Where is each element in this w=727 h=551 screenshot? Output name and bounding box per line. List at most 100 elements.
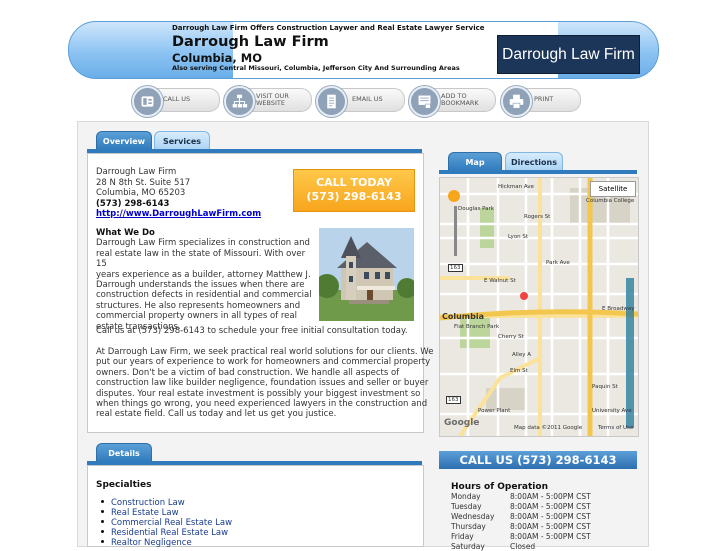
tab-details[interactable]: Details [96,443,152,462]
website-link[interactable]: http://www.DarroughLawFirm.com [96,209,261,219]
map-view[interactable]: Satellite Hickman Ave Douglas Park Roger… [439,177,639,437]
specialty-item: Construction Law [101,498,185,508]
practice-line: At Darrough Law Firm, we seek practical … [96,347,434,357]
tab-overview[interactable]: Overview [96,131,152,150]
map-label: Cherry St [498,334,524,340]
firm-name-heading: Darrough Law Firm [172,34,329,50]
route-shield: 163 [448,264,463,272]
phone-icon[interactable] [132,86,163,117]
hours-day: Saturday [451,542,485,551]
printer-icon[interactable] [501,86,532,117]
map-label: Alley A [512,352,531,358]
map-terms-link[interactable]: Terms of Use [598,425,633,431]
what-we-do-line: Darrough understands the issues when the… [96,280,305,291]
print-label: PRINT [534,95,554,103]
contact-street: 28 N 8th St. Suite 517 [96,177,191,188]
specialty-item: Commercial Real Estate Law [101,518,232,528]
practice-paragraph: At Darrough Law Firm, we seek practical … [96,347,433,420]
hours-day: Tuesday [451,502,482,511]
add-bookmark-label: ADD TO BOOKMARK [441,92,479,107]
route-shield: 163 [446,396,461,404]
visit-website-label: VISIT OUR WEBSITE [256,92,289,107]
hours-time: 8:00AM - 5:00PM CST [510,502,591,511]
call-today-box[interactable]: CALL TODAY (573) 298-6143 [293,169,415,212]
tagline: Darrough Law Firm Offers Construction La… [172,24,485,32]
specialty-link[interactable]: Residential Real Estate Law [111,528,228,538]
practice-line: owners. Don't be a victim of bad constru… [96,367,400,378]
hours-time: 8:00AM - 5:00PM CST [510,512,591,521]
hours-row: Wednesday 8:00AM - 5:00PM CST [451,512,591,521]
map-label: Flat Branch Park [454,324,500,330]
specialty-item: Real Estate Law [101,508,179,518]
map-copyright: Map data ©2011 Google [514,425,583,431]
call-us-bar[interactable]: CALL US (573) 298-6143 [439,451,637,469]
hours-row: Friday 8:00AM - 5:00PM CST [451,532,591,541]
hours-row: Thursday 8:00AM - 5:00PM CST [451,522,591,531]
specialty-link[interactable]: Real Estate Law [111,508,179,518]
hours-row: Monday 8:00AM - 5:00PM CST [451,492,591,501]
specialty-item: Residential Real Estate Law [101,528,228,538]
email-icon[interactable] [316,86,347,117]
firm-city: Columbia, MO [172,51,262,65]
consultation-text: Call us at (573) 298-6143 to schedule yo… [96,326,408,336]
hours-row: Saturday Closed [451,542,535,551]
contact-city-zip: Columbia, MO 65203 [96,188,186,198]
what-we-do-heading: What We Do [96,228,155,238]
hours-time: Closed [510,542,536,551]
service-area-text: Also serving Central Missouri, Columbia,… [172,64,460,72]
map-label: Hickman Ave [498,184,534,190]
what-we-do-section: What We Do Darrough Law Firm specializes… [96,228,316,332]
specialty-link[interactable]: Commercial Real Estate Law [111,518,232,528]
contact-block: Darrough Law Firm 28 N 8th St. Suite 517… [96,167,261,220]
what-we-do-line: construction defects in residential and … [96,290,312,301]
map-label: Rogers St [524,214,551,220]
hours-day: Monday [451,492,481,501]
what-we-do-line: structures. He also represents homeowner… [96,300,301,311]
hours-heading: Hours of Operation [451,482,548,492]
hours-day: Friday [451,532,474,541]
hours-day: Thursday [451,522,486,531]
tab-map[interactable]: Map [448,152,502,171]
sitemap-icon[interactable] [224,86,255,117]
what-we-do-line: Darrough Law Firm specializes in constru… [96,238,310,249]
map-label: Paquin St [592,384,618,390]
map-label: Douglas Park [458,206,494,212]
map-label: E Walnut St [484,278,516,284]
call-today-heading: CALL TODAY [316,176,392,189]
map-label: Columbia College [586,198,635,204]
practice-line: disputes. Your real estate investment is… [96,388,421,399]
map-label-city: Columbia [442,312,485,321]
satellite-toggle[interactable]: Satellite [590,181,636,197]
google-logo: Google [444,418,480,428]
tab-directions[interactable]: Directions [505,152,563,171]
tab-services[interactable]: Services [154,131,210,150]
hours-time: 8:00AM - 5:00PM CST [510,532,591,541]
bookmark-icon[interactable] [409,86,440,117]
map-label: E Broadway [602,306,635,312]
practice-line: real estate field. Call us today and let… [96,409,337,420]
specialty-item: Realtor Negligence [101,538,192,548]
specialties-heading: Specialties [96,480,152,490]
map-label: University Ave [592,408,632,414]
house-photo [319,228,414,321]
contact-phone: (573) 298-6143 [96,198,170,209]
hours-time: 8:00AM - 5:00PM CST [510,522,591,531]
practice-line: put our years of experience to work for … [96,357,431,368]
practice-line: construction law like builder negligence… [96,378,429,389]
hours-time: 8:00AM - 5:00PM CST [510,492,591,501]
call-today-phone: (573) 298-6143 [306,190,402,203]
email-us-label: EMAIL US [352,95,383,103]
map-tab-underline [439,170,637,174]
contact-name: Darrough Law Firm [96,167,177,177]
map-label: Park Ave [546,260,570,266]
map-label: Elm St [510,368,528,374]
what-we-do-line: real estate law in the state of Missouri… [96,248,306,270]
call-us-label: CALL US [163,95,191,103]
what-we-do-line: years experience as a builder, attorney … [96,269,311,280]
firm-logo[interactable]: Darrough Law Firm [497,35,640,74]
map-label: Power Plant [478,408,511,414]
hours-row: Tuesday 8:00AM - 5:00PM CST [451,502,591,511]
what-we-do-line: commercial property owners in all types … [96,311,297,322]
specialty-link[interactable]: Realtor Negligence [111,538,192,548]
specialty-link[interactable]: Construction Law [111,498,185,508]
